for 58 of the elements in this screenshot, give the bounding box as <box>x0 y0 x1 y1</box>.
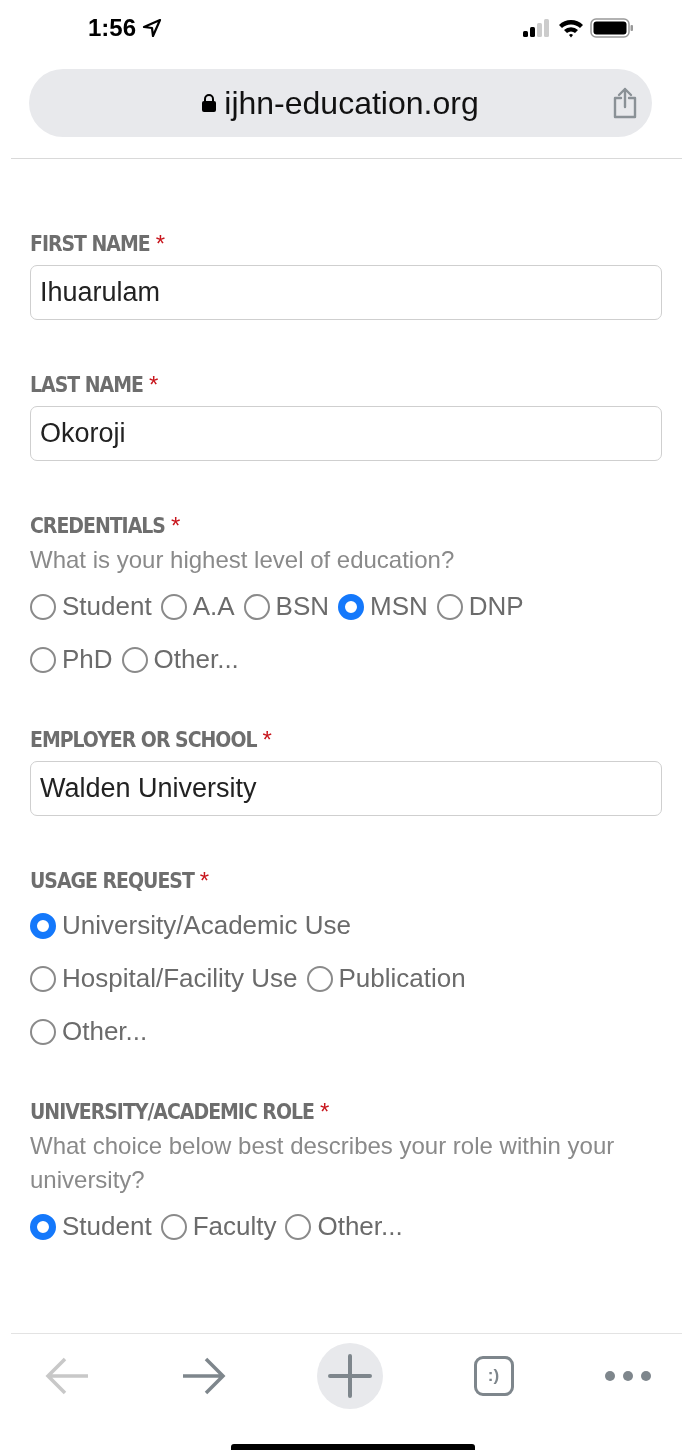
field-label: UNIVERSITY/ACADEMIC ROLE <box>30 1099 314 1126</box>
radio-option[interactable]: Faculty <box>160 1211 277 1242</box>
radio-button[interactable] <box>30 646 56 673</box>
radio-option[interactable]: A.A <box>160 591 235 622</box>
radio-option[interactable]: Publication <box>306 963 466 994</box>
radio-option[interactable]: Other... <box>121 644 239 675</box>
field-hint: What is your highest level of education? <box>30 545 456 575</box>
required-mark: * <box>319 1098 330 1126</box>
battery-icon <box>590 17 634 38</box>
radio-button[interactable] <box>30 912 56 939</box>
field-label: USAGE REQUEST <box>30 868 194 895</box>
radio-button[interactable] <box>30 1018 56 1045</box>
field-label: FIRST NAME <box>30 231 150 258</box>
radio-button[interactable] <box>121 646 148 673</box>
required-mark: * <box>262 726 272 754</box>
text-field[interactable]: Walden University <box>30 761 662 816</box>
radio-option[interactable]: DNP <box>436 591 524 622</box>
radio-option[interactable]: University/Academic Use <box>30 910 351 941</box>
radio-button[interactable] <box>160 1213 187 1240</box>
forward-arrow-icon[interactable] <box>180 1356 227 1396</box>
radio-option[interactable]: Other... <box>30 1016 148 1047</box>
required-mark: * <box>199 867 210 895</box>
share-icon[interactable] <box>612 87 638 119</box>
radio-button[interactable] <box>285 1213 312 1240</box>
radio-button[interactable] <box>436 593 463 620</box>
plus-icon <box>328 1354 372 1398</box>
radio-button[interactable] <box>30 593 56 620</box>
location-arrow-icon <box>142 17 163 38</box>
tabs-button[interactable]: :) <box>473 1356 514 1396</box>
address-bar[interactable]: ijhn-education.org <box>29 69 652 137</box>
radio-button[interactable] <box>243 593 270 620</box>
field-label: EMPLOYER OR SCHOOL <box>30 727 257 754</box>
radio-option[interactable]: Student <box>30 1211 152 1242</box>
radio-button[interactable] <box>30 965 56 992</box>
radio-button[interactable] <box>30 1213 56 1240</box>
radio-option[interactable]: Other... <box>285 1211 403 1242</box>
field-label: CREDENTIALS <box>30 513 165 540</box>
required-mark: * <box>148 371 159 399</box>
radio-button[interactable] <box>306 965 333 992</box>
radio-option[interactable]: Student <box>30 591 152 622</box>
more-icon[interactable] <box>604 1370 652 1382</box>
lock-icon <box>202 94 217 112</box>
required-mark: * <box>155 230 166 258</box>
url-text: ijhn-education.org <box>224 84 479 122</box>
wifi-icon <box>558 17 584 38</box>
field-label: LAST NAME <box>30 372 143 399</box>
text-field[interactable]: Ihuarulam <box>30 265 662 320</box>
radio-option[interactable]: Hospital/Facility Use <box>30 963 298 994</box>
radio-button[interactable] <box>160 593 187 620</box>
radio-button[interactable] <box>338 593 365 620</box>
signal-icon <box>522 18 552 37</box>
clock-time: 1:56 <box>88 13 137 42</box>
radio-option[interactable]: BSN <box>243 591 330 622</box>
text-field[interactable]: Okoroji <box>30 406 662 461</box>
field-hint: What choice below best describes your role within your university? <box>30 1131 616 1195</box>
required-mark: * <box>170 512 181 540</box>
radio-option[interactable]: MSN <box>338 591 428 622</box>
radio-option[interactable]: PhD <box>30 644 113 675</box>
